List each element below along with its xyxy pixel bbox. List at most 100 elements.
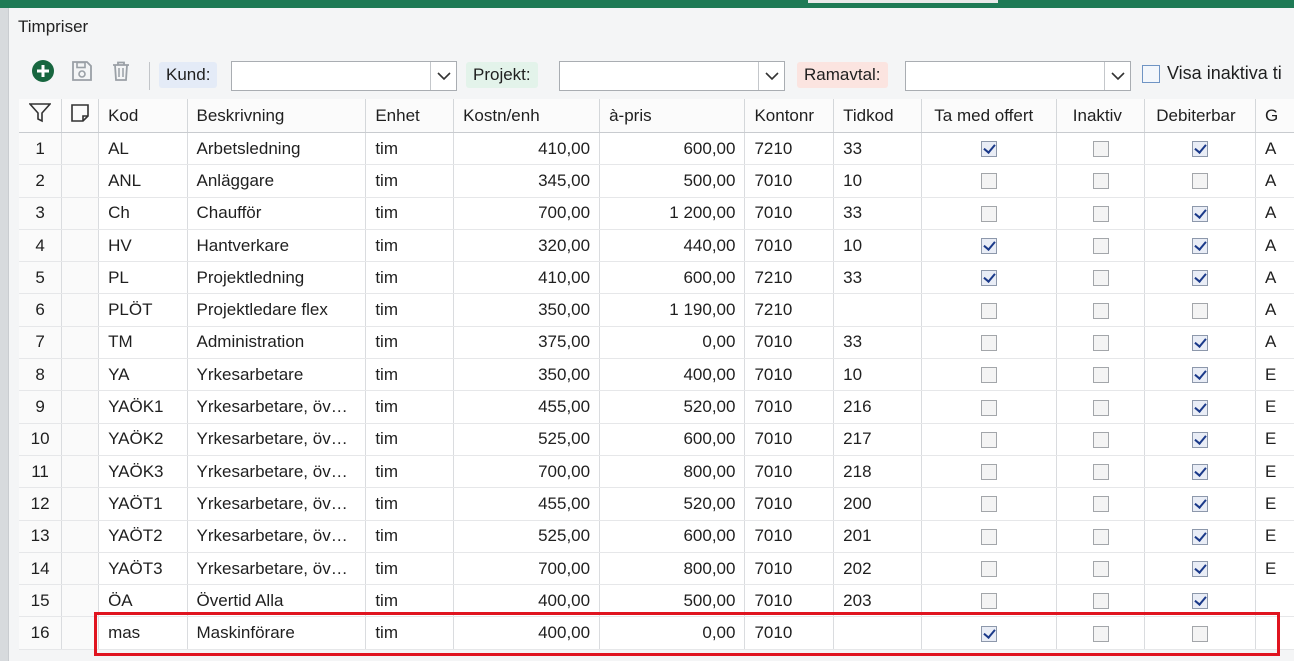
kund-dropdown-button[interactable]	[430, 62, 456, 90]
debiterbar-checkbox[interactable]	[1192, 561, 1209, 578]
cell-ta-med-offert[interactable]	[921, 261, 1057, 295]
cell-g[interactable]: A	[1255, 197, 1294, 230]
cell-ta-med-offert[interactable]	[921, 616, 1057, 650]
cell-g[interactable]	[1255, 584, 1294, 618]
cell-apris[interactable]: 600,00	[599, 423, 746, 456]
cell-inaktiv[interactable]	[1056, 616, 1146, 650]
cell-inaktiv[interactable]	[1056, 132, 1146, 166]
cell-beskrivning[interactable]: Hantverkare	[187, 229, 367, 263]
cell-g[interactable]: E	[1255, 358, 1294, 392]
inaktiv-checkbox[interactable]	[1092, 593, 1109, 610]
row-note-cell[interactable]	[61, 390, 100, 424]
ta-med-offert-checkbox[interactable]	[981, 431, 998, 448]
cell-enhet[interactable]: tim	[365, 423, 455, 456]
cell-apris[interactable]: 600,00	[599, 520, 746, 553]
col-tidkod[interactable]: Tidkod	[833, 99, 923, 133]
row-note-cell[interactable]	[61, 455, 100, 489]
inaktiv-checkbox[interactable]	[1092, 270, 1109, 287]
col-debiterbar[interactable]: Debiterbar	[1144, 99, 1256, 133]
cell-kod[interactable]: PLÖT	[98, 293, 188, 327]
cell-kostn[interactable]: 700,00	[453, 197, 601, 230]
cell-kod[interactable]: YA	[98, 358, 188, 392]
row-number[interactable]: 4	[19, 229, 63, 263]
cell-g[interactable]: A	[1255, 293, 1294, 327]
ramavtal-dropdown-button[interactable]	[1104, 62, 1130, 90]
cell-ta-med-offert[interactable]	[921, 584, 1057, 618]
cell-kontonr[interactable]: 7010	[744, 358, 835, 392]
cell-enhet[interactable]: tim	[365, 584, 455, 618]
cell-inaktiv[interactable]	[1056, 326, 1146, 360]
table-row[interactable]: 3 Ch Chaufför tim 700,00 1 200,00 7010 33 A	[19, 197, 1294, 230]
cell-kod[interactable]: YAÖK1	[98, 390, 188, 424]
debiterbar-checkbox[interactable]	[1192, 496, 1209, 513]
cell-kod[interactable]: HV	[98, 229, 188, 263]
row-note-cell[interactable]	[61, 584, 100, 618]
row-note-cell[interactable]	[61, 520, 100, 553]
cell-kontonr[interactable]: 7010	[744, 584, 835, 618]
cell-ta-med-offert[interactable]	[921, 487, 1057, 521]
cell-kostn[interactable]: 525,00	[453, 423, 601, 456]
col-kontonr[interactable]: Kontonr	[744, 99, 835, 133]
cell-kostn[interactable]: 350,00	[453, 358, 601, 392]
cell-ta-med-offert[interactable]	[921, 229, 1057, 263]
cell-apris[interactable]: 800,00	[599, 455, 746, 489]
show-inactive-checkbox[interactable]	[1142, 64, 1160, 83]
cell-inaktiv[interactable]	[1056, 520, 1146, 553]
ta-med-offert-checkbox[interactable]	[981, 496, 998, 513]
row-number[interactable]: 7	[19, 326, 63, 360]
col-g[interactable]: G	[1255, 99, 1294, 133]
cell-kontonr[interactable]: 7010	[744, 520, 835, 553]
cell-ta-med-offert[interactable]	[921, 326, 1057, 360]
cell-inaktiv[interactable]	[1056, 423, 1146, 456]
debiterbar-checkbox[interactable]	[1192, 173, 1209, 190]
cell-g[interactable]: A	[1255, 229, 1294, 263]
cell-debiterbar[interactable]	[1144, 293, 1256, 327]
cell-debiterbar[interactable]	[1144, 326, 1256, 360]
row-number[interactable]: 8	[19, 358, 63, 392]
cell-kostn[interactable]: 455,00	[453, 390, 601, 424]
row-note-cell[interactable]	[61, 164, 100, 198]
ta-med-offert-checkbox[interactable]	[981, 593, 998, 610]
cell-kostn[interactable]: 375,00	[453, 326, 601, 360]
cell-kod[interactable]: PL	[98, 261, 188, 295]
cell-kod[interactable]: YAÖT1	[98, 487, 188, 521]
ta-med-offert-checkbox[interactable]	[981, 464, 998, 481]
col-kostn[interactable]: Kostn/enh	[453, 99, 601, 133]
row-number[interactable]: 3	[19, 197, 63, 230]
cell-enhet[interactable]: tim	[365, 358, 455, 392]
cell-debiterbar[interactable]	[1144, 164, 1256, 198]
cell-apris[interactable]: 600,00	[599, 261, 746, 295]
cell-g[interactable]: E	[1255, 423, 1294, 456]
inaktiv-checkbox[interactable]	[1092, 238, 1109, 255]
row-note-cell[interactable]	[61, 326, 100, 360]
cell-debiterbar[interactable]	[1144, 261, 1256, 295]
cell-enhet[interactable]: tim	[365, 197, 455, 230]
cell-ta-med-offert[interactable]	[921, 197, 1057, 230]
col-kod[interactable]: Kod	[98, 99, 188, 133]
inaktiv-checkbox[interactable]	[1092, 141, 1109, 158]
cell-beskrivning[interactable]: Yrkesarbetare, öv…	[187, 552, 367, 586]
debiterbar-checkbox[interactable]	[1192, 302, 1209, 319]
col-inaktiv[interactable]: Inaktiv	[1056, 99, 1146, 133]
row-note-cell[interactable]	[61, 616, 100, 650]
cell-inaktiv[interactable]	[1056, 197, 1146, 230]
cell-kontonr[interactable]: 7010	[744, 423, 835, 456]
cell-debiterbar[interactable]	[1144, 520, 1256, 553]
row-note-cell[interactable]	[61, 197, 100, 230]
row-note-cell[interactable]	[61, 358, 100, 392]
ta-med-offert-checkbox[interactable]	[981, 270, 998, 287]
cell-g[interactable]: A	[1255, 326, 1294, 360]
cell-tidkod[interactable]: 202	[833, 552, 923, 586]
cell-beskrivning[interactable]: Yrkesarbetare, öv…	[187, 390, 367, 424]
cell-tidkod[interactable]: 216	[833, 390, 923, 424]
ta-med-offert-checkbox[interactable]	[981, 528, 998, 545]
cell-kod[interactable]: YAÖK2	[98, 423, 188, 456]
cell-inaktiv[interactable]	[1056, 358, 1146, 392]
ta-med-offert-checkbox[interactable]	[981, 141, 998, 158]
cell-debiterbar[interactable]	[1144, 132, 1256, 166]
row-number[interactable]: 10	[19, 423, 63, 456]
inaktiv-checkbox[interactable]	[1092, 528, 1109, 545]
table-row[interactable]: 11 YAÖK3 Yrkesarbetare, öv… tim 700,00 800,00…	[19, 455, 1294, 489]
cell-enhet[interactable]: tim	[365, 326, 455, 360]
cell-g[interactable]: E	[1255, 455, 1294, 489]
